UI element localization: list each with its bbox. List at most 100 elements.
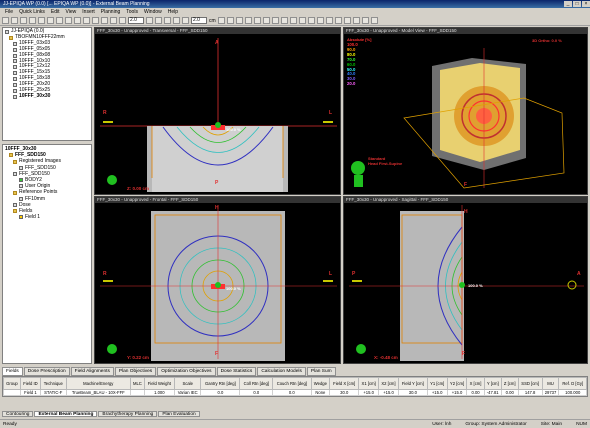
tab-plan-sum[interactable]: Plan Sum: [306, 367, 336, 376]
toolbar-button[interactable]: [146, 17, 153, 24]
maximize-button[interactable]: □: [573, 1, 581, 7]
toolbar-button[interactable]: [38, 17, 45, 24]
tab-fields[interactable]: Fields: [2, 367, 23, 376]
toolbar-button[interactable]: [83, 17, 90, 24]
plan-node-active[interactable]: 10FFF_30x30: [5, 93, 89, 100]
checkbox-icon[interactable]: [13, 202, 17, 207]
toolbar-button[interactable]: [74, 17, 81, 24]
slice-step-input[interactable]: 2.0: [191, 17, 207, 24]
column-header[interactable]: Coll Rtn [deg]: [239, 377, 274, 390]
toolbar-button[interactable]: [164, 17, 171, 24]
table-cell[interactable]: 30.0: [397, 389, 428, 396]
tab-optimization-objectives[interactable]: Optimization Objectives: [157, 367, 216, 376]
column-header[interactable]: Field Y [cm]: [397, 377, 428, 390]
table-cell[interactable]: Varian IEC: [173, 389, 202, 396]
field-node[interactable]: Field 1: [5, 214, 89, 220]
table-cell[interactable]: 1.000: [143, 389, 175, 396]
column-header[interactable]: X2 [cm]: [378, 377, 399, 390]
menu-window[interactable]: Window: [141, 9, 165, 15]
tab-plan-evaluation[interactable]: Plan Evaluation: [158, 411, 200, 417]
toolbar-button[interactable]: [65, 17, 72, 24]
zoom-input[interactable]: 2.0: [128, 17, 144, 24]
menu-insert[interactable]: Insert: [79, 9, 98, 15]
tab-field-alignments[interactable]: Field Alignments: [70, 367, 114, 376]
column-header[interactable]: Wedge: [310, 377, 331, 390]
table-cell[interactable]: +15.0: [358, 389, 380, 396]
toolbar-button[interactable]: [271, 17, 279, 24]
minimize-button[interactable]: _: [564, 1, 572, 7]
menu-tools[interactable]: Tools: [123, 9, 141, 15]
table-cell[interactable]: +15.0: [378, 389, 399, 396]
menu-file[interactable]: File: [2, 9, 16, 15]
viewport-sagittal[interactable]: FFF_30x30 - Unapproved - Sagittal - FFF_…: [343, 196, 588, 364]
menu-quick-links[interactable]: Quick Links: [16, 9, 48, 15]
column-header[interactable]: Scale: [173, 377, 202, 390]
table-cell[interactable]: 0.0: [272, 389, 312, 396]
tab-dose-prescription[interactable]: Dose Prescription: [23, 367, 70, 376]
column-header[interactable]: X [cm]: [466, 377, 485, 390]
toolbar-button[interactable]: [262, 17, 270, 24]
toolbar-button[interactable]: [92, 17, 99, 24]
menu-help[interactable]: Help: [165, 9, 181, 15]
toolbar-button[interactable]: [235, 17, 243, 24]
column-header[interactable]: X1 [cm]: [358, 377, 380, 390]
menu-planning[interactable]: Planning: [98, 9, 123, 15]
toolbar-button[interactable]: [316, 17, 324, 24]
table-cell[interactable]: None: [310, 389, 331, 396]
column-header[interactable]: Technique: [40, 377, 67, 390]
table-cell[interactable]: Field 1: [19, 389, 42, 396]
toolbar-button[interactable]: [29, 17, 36, 24]
table-row[interactable]: Field 1 STATIC-F TrueBeam_BLAU - 10X-FFF 1.…: [3, 389, 587, 396]
toolbar-button[interactable]: [182, 17, 189, 24]
column-header[interactable]: Ref. D [Gy]: [558, 377, 587, 390]
toolbar-button[interactable]: [352, 17, 360, 24]
table-cell[interactable]: STATIC-F: [40, 389, 67, 396]
table-cell[interactable]: 0.00: [466, 389, 485, 396]
close-button[interactable]: ×: [582, 1, 590, 7]
column-header[interactable]: Couch Rtn [deg]: [272, 377, 312, 390]
viewport-model-view[interactable]: FFF_30x30 - Unapproved - Model View - FF…: [343, 27, 588, 195]
column-header[interactable]: MLC: [130, 377, 145, 390]
toolbar-button[interactable]: [307, 17, 315, 24]
column-header[interactable]: Group: [3, 377, 21, 390]
toolbar-button[interactable]: [370, 17, 378, 24]
tab-brachytherapy-planning[interactable]: Brachytherapy Planning: [98, 411, 158, 417]
tab-calculation-models[interactable]: Calculation Models: [257, 367, 306, 376]
toolbar-button[interactable]: [101, 17, 108, 24]
table-cell[interactable]: [3, 389, 21, 396]
column-header[interactable]: MU: [541, 377, 560, 390]
toolbar-button[interactable]: [334, 17, 342, 24]
column-header[interactable]: Field ID: [19, 377, 42, 390]
table-cell[interactable]: 147.8: [517, 389, 543, 396]
toolbar-button[interactable]: [226, 17, 234, 24]
table-cell[interactable]: 0.0: [239, 389, 274, 396]
tab-contouring[interactable]: Contouring: [2, 411, 34, 417]
column-header[interactable]: Y2 [cm]: [446, 377, 468, 390]
table-cell[interactable]: 0.0: [200, 389, 241, 396]
viewport-frontal[interactable]: FFF_30x30 - Unapproved - Frontal - FFF_S…: [94, 196, 341, 364]
toolbar-button[interactable]: [20, 17, 27, 24]
column-header[interactable]: SSD [cm]: [517, 377, 543, 390]
viewport-transversal[interactable]: FFF_30x30 - Unapproved - Transversal - F…: [94, 27, 341, 195]
tab-plan-objectives[interactable]: Plan Objectives: [114, 367, 157, 376]
tab-external-beam-planning[interactable]: External Beam Planning: [34, 411, 98, 417]
toolbar-button[interactable]: [110, 17, 117, 24]
checkbox-icon[interactable]: [13, 171, 17, 176]
column-header[interactable]: Y [cm]: [483, 377, 502, 390]
toolbar-button[interactable]: [253, 17, 261, 24]
table-cell[interactable]: +15.0: [426, 389, 448, 396]
column-header[interactable]: Gantry Rtn [deg]: [200, 377, 241, 390]
column-header[interactable]: Field Weight: [143, 377, 175, 390]
toolbar-button[interactable]: [244, 17, 252, 24]
toolbar-button[interactable]: [361, 17, 369, 24]
table-cell[interactable]: 0.00: [500, 389, 519, 396]
toolbar-button[interactable]: [217, 17, 225, 24]
toolbar-button[interactable]: [343, 17, 351, 24]
table-cell[interactable]: 30.0: [329, 389, 360, 396]
toolbar-button[interactable]: [298, 17, 306, 24]
column-header[interactable]: Y1 [cm]: [426, 377, 448, 390]
column-header[interactable]: Machine/Energy: [65, 377, 132, 390]
toolbar-button[interactable]: [11, 17, 18, 24]
tab-dose-statistics[interactable]: Dose Statistics: [216, 367, 257, 376]
table-cell[interactable]: -47.81: [483, 389, 502, 396]
